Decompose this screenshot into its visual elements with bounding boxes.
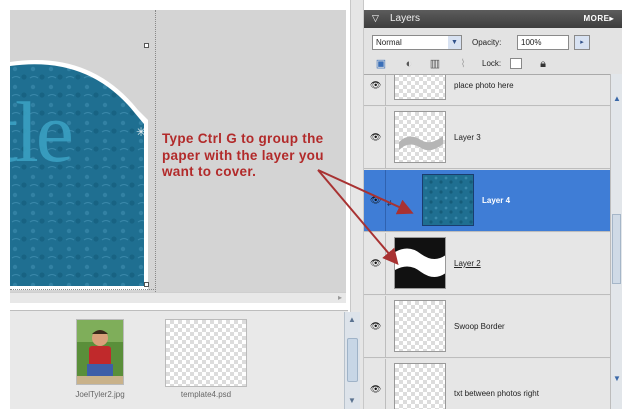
layer-name[interactable]: Swoop Border: [454, 322, 505, 331]
canvas-horizontal-scrollbar[interactable]: ▸: [10, 292, 346, 303]
eye-icon[interactable]: 👁︎: [370, 258, 381, 269]
scroll-right-arrow-icon[interactable]: ▸: [338, 293, 342, 302]
opacity-slider-button[interactable]: ▸: [574, 35, 590, 50]
opacity-field[interactable]: 100%: [517, 35, 569, 50]
layer-name[interactable]: Layer 4: [482, 196, 510, 205]
layer-row[interactable]: 👁︎ Layer 2: [364, 233, 610, 295]
lock-icon[interactable]: 🔒︎: [536, 57, 550, 71]
layer-row-selected[interactable]: 👁︎ ↲ Layer 4: [364, 170, 610, 232]
layers-scrollbar[interactable]: ▲ ▼: [610, 74, 622, 409]
eye-icon[interactable]: 👁︎: [370, 195, 381, 206]
link-layer-icon[interactable]: ⌇: [456, 57, 470, 71]
delete-layer-icon[interactable]: ▥: [428, 57, 442, 71]
eye-icon[interactable]: 👁︎: [370, 321, 381, 332]
new-layer-icon[interactable]: ▣: [374, 57, 388, 71]
photo-bin-item-template4[interactable]: [165, 319, 247, 387]
visibility-toggle[interactable]: 👁︎: [364, 233, 386, 294]
tutorial-annotation: Type Ctrl G to group the paper with the …: [162, 131, 324, 179]
layer-thumbnail: [422, 174, 474, 226]
scroll-down-arrow-icon[interactable]: ▼: [613, 374, 621, 383]
layer-row[interactable]: 👁︎ Swoop Border: [364, 296, 610, 358]
adjustment-layer-icon[interactable]: ◐: [402, 57, 416, 71]
transform-handle-bottom[interactable]: [144, 282, 149, 287]
blend-mode-select[interactable]: Normal ▼: [372, 35, 462, 50]
layer-thumbnail: [394, 363, 446, 409]
layer-name[interactable]: Layer 2: [454, 259, 481, 268]
scrollbar-thumb[interactable]: [612, 214, 621, 284]
opacity-label: Opacity:: [472, 38, 502, 47]
layer-row[interactable]: 👁︎ txt between photos right: [364, 359, 610, 409]
document-title-text: tle: [10, 84, 74, 180]
eye-icon[interactable]: 👁︎: [370, 132, 381, 143]
svg-text:✳: ✳: [136, 125, 146, 139]
opacity-value: 100%: [521, 38, 542, 47]
visibility-toggle[interactable]: 👁︎: [364, 359, 386, 409]
collapse-triangle-icon[interactable]: ▽: [372, 13, 379, 24]
guide-line-horizontal: [10, 289, 156, 290]
photo-bin-label-joeltyler: JoelTyler2.jpg: [75, 390, 125, 399]
layers-palette-header[interactable]: ▽ Layers MORE▸: [364, 10, 622, 28]
layer-thumbnail: [394, 237, 446, 289]
document-canvas[interactable]: ✳ tle Type Ctrl G to group the paper wit…: [10, 10, 346, 292]
more-menu-button[interactable]: MORE▸: [583, 14, 614, 23]
palette-title: Layers: [390, 13, 421, 24]
layer-row[interactable]: 👁︎ Layer 3: [364, 107, 610, 169]
photo-bin-label-template4: template4.psd: [180, 390, 232, 399]
scrollbar-thumb[interactable]: [347, 338, 358, 382]
photo-bin-scrollbar[interactable]: ▲ ▼: [344, 312, 360, 409]
layers-list: 👁︎ place photo here 👁︎ Layer 3 👁︎ ↲ Laye…: [364, 74, 610, 409]
layer-row[interactable]: 👁︎ place photo here: [364, 75, 610, 106]
layers-palette: ▽ Layers MORE▸ Normal ▼ Opacity: 100% ▸ …: [364, 10, 622, 409]
eye-icon[interactable]: 👁︎: [370, 384, 381, 395]
lock-label: Lock:: [482, 59, 502, 68]
layer-thumbnail: [394, 111, 446, 163]
layer-thumbnail: [394, 300, 446, 352]
photo-bin-item-joeltyler[interactable]: [76, 319, 124, 385]
eye-icon[interactable]: 👁︎: [370, 80, 381, 91]
visibility-toggle[interactable]: 👁︎: [364, 296, 386, 357]
guide-line-vertical: [155, 10, 156, 292]
photo-thumbnail: [77, 320, 123, 384]
blend-mode-value: Normal: [376, 38, 402, 47]
scroll-up-arrow-icon[interactable]: ▲: [348, 315, 356, 324]
document-image: ✳ tle: [10, 10, 148, 290]
clipping-group-icon: ↲: [386, 199, 393, 208]
scroll-down-arrow-icon[interactable]: ▼: [348, 396, 356, 405]
lock-transparency-checkbox[interactable]: [510, 58, 522, 69]
layer-name[interactable]: Layer 3: [454, 133, 481, 142]
layer-name[interactable]: txt between photos right: [454, 389, 539, 398]
blend-toolbar: Normal ▼ Opacity: 100% ▸: [364, 28, 622, 54]
visibility-toggle[interactable]: 👁︎: [364, 170, 386, 231]
chevron-down-icon[interactable]: ▼: [448, 36, 461, 49]
photo-bin: JoelTyler2.jpg template4.psd: [10, 310, 348, 409]
layer-tools-toolbar: ▣ ◐ ▥ ⌇ Lock: 🔒︎: [364, 54, 622, 74]
visibility-toggle[interactable]: 👁︎: [364, 107, 386, 168]
visibility-toggle[interactable]: 👁︎: [364, 75, 386, 105]
scroll-up-arrow-icon[interactable]: ▲: [613, 94, 621, 103]
layer-thumbnail: [394, 75, 446, 100]
layer-name[interactable]: place photo here: [454, 81, 514, 90]
transform-handle-top[interactable]: [144, 43, 149, 48]
